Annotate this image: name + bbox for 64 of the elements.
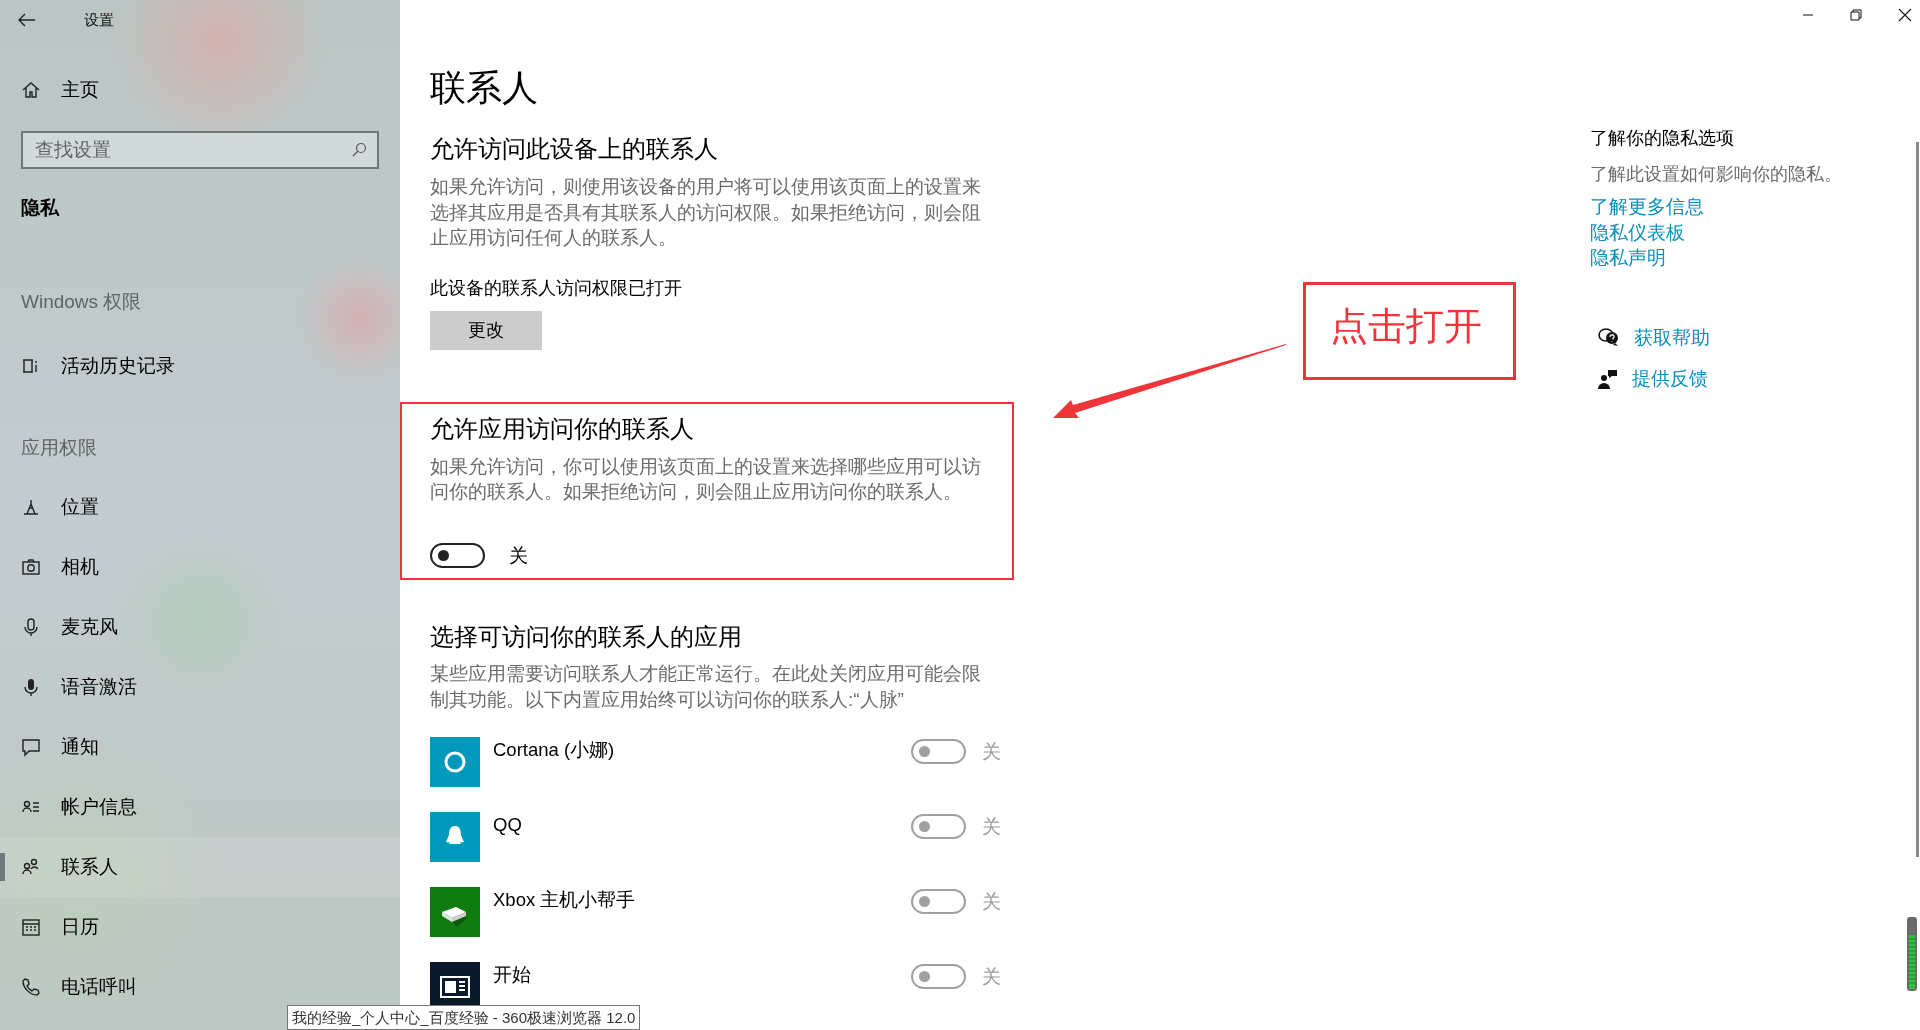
console-icon (430, 886, 480, 937)
help-chat-icon (1598, 327, 1620, 348)
sidebar-item[interactable]: 日历 (0, 897, 400, 957)
app-name: Cortana (小娜) (493, 737, 616, 762)
tooltip: 我的经验_个人中心_百度经验 - 360极速浏览器 12.0 (287, 1005, 641, 1030)
message-icon (21, 737, 41, 757)
panel-link[interactable]: 隐私仪表板 (1590, 219, 1685, 245)
window-title: 设置 (84, 9, 114, 30)
close-icon[interactable] (1898, 8, 1912, 22)
penguin-icon (430, 811, 480, 862)
description-text: 如果允许访问，你可以使用该页面上的设置来选择哪些应用可以访问你的联系人。如果拒绝访问，则会阻止应用访问你的联系人。 (430, 454, 982, 504)
calendar-icon (21, 917, 41, 937)
sidebar-item[interactable]: 通知 (0, 717, 400, 777)
microphone-icon (21, 617, 41, 637)
level-gauge-icon (1907, 917, 1917, 991)
panel-description: 了解此设置如何影响你的隐私。 (1590, 163, 1842, 186)
support-link[interactable]: 获取帮助 (1634, 323, 1710, 352)
sidebar-item[interactable]: 语音激活 (0, 657, 400, 717)
group-heading: 应用权限 (21, 435, 97, 460)
people-icon (21, 857, 41, 877)
microphone-icon (21, 677, 41, 697)
scrollbar[interactable] (1916, 142, 1919, 857)
panel-link[interactable]: 了解更多信息 (1590, 194, 1704, 220)
description-text: 某些应用需要访问联系人才能正常运行。在此处关闭应用可能会限制其功能。以下内置应用始终可以访问你的联系人:“人脉” (430, 662, 982, 712)
location-icon (21, 497, 41, 517)
restore-icon[interactable] (1850, 9, 1862, 21)
toggle-state-label: 关 (982, 964, 1001, 989)
toggle-switch[interactable] (430, 543, 485, 569)
sidebar-item[interactable]: 帐户信息 (0, 777, 400, 837)
sidebar-item[interactable]: 活动历史记录 (0, 336, 400, 396)
app-name: 开始 (493, 962, 532, 987)
phone-icon (21, 977, 41, 997)
panel-heading: 了解你的隐私选项 (1590, 127, 1735, 150)
section-heading: 允许访问此设备上的联系人 (430, 134, 719, 164)
feedback-person-icon (1598, 369, 1618, 390)
selection-indicator (0, 853, 5, 881)
search-field[interactable]: 查找设置 (21, 131, 379, 169)
annotation-text: 点击打开 (1330, 305, 1482, 347)
sidebar-item[interactable]: 位置 (0, 477, 400, 537)
app-name: Xbox 主机小帮手 (493, 887, 637, 912)
page-title: 联系人 (430, 66, 539, 110)
sidebar-item[interactable]: 麦克风 (0, 597, 400, 657)
status-text: 此设备的联系人访问权限已打开 (430, 276, 683, 300)
change-button[interactable]: 更改 (430, 310, 542, 350)
search-icon (351, 142, 367, 158)
toggle-state-label: 关 (982, 739, 1001, 764)
sidebar-item[interactable]: 相机 (0, 537, 400, 597)
description-text: 如果允许访问，则使用该设备的用户将可以使用该页面上的设置来选择其应用是否具有其联系人的访问权限。如果拒绝访问，则会阻止应用访问任何人的联系人。 (430, 175, 982, 250)
section-heading: 允许应用访问你的联系人 (430, 413, 695, 444)
home-icon (21, 80, 41, 100)
group-heading: Windows 权限 (21, 289, 142, 314)
panel-link[interactable]: 隐私声明 (1590, 245, 1666, 271)
home-link[interactable]: 主页 (0, 60, 400, 120)
section-heading: 选择可访问你的联系人的应用 (430, 622, 743, 652)
sidebar-item[interactable]: 联系人 (0, 837, 400, 897)
toggle-state-label: 关 (982, 889, 1001, 914)
app-name: QQ (493, 812, 523, 837)
back-icon[interactable] (18, 13, 36, 27)
camera-icon (21, 557, 41, 577)
ring-icon (430, 736, 480, 787)
section-title: 隐私 (21, 195, 59, 220)
toggle-state-label: 关 (982, 814, 1001, 839)
toggle-state-label: 关 (509, 543, 528, 568)
support-link[interactable]: 提供反馈 (1632, 365, 1708, 393)
